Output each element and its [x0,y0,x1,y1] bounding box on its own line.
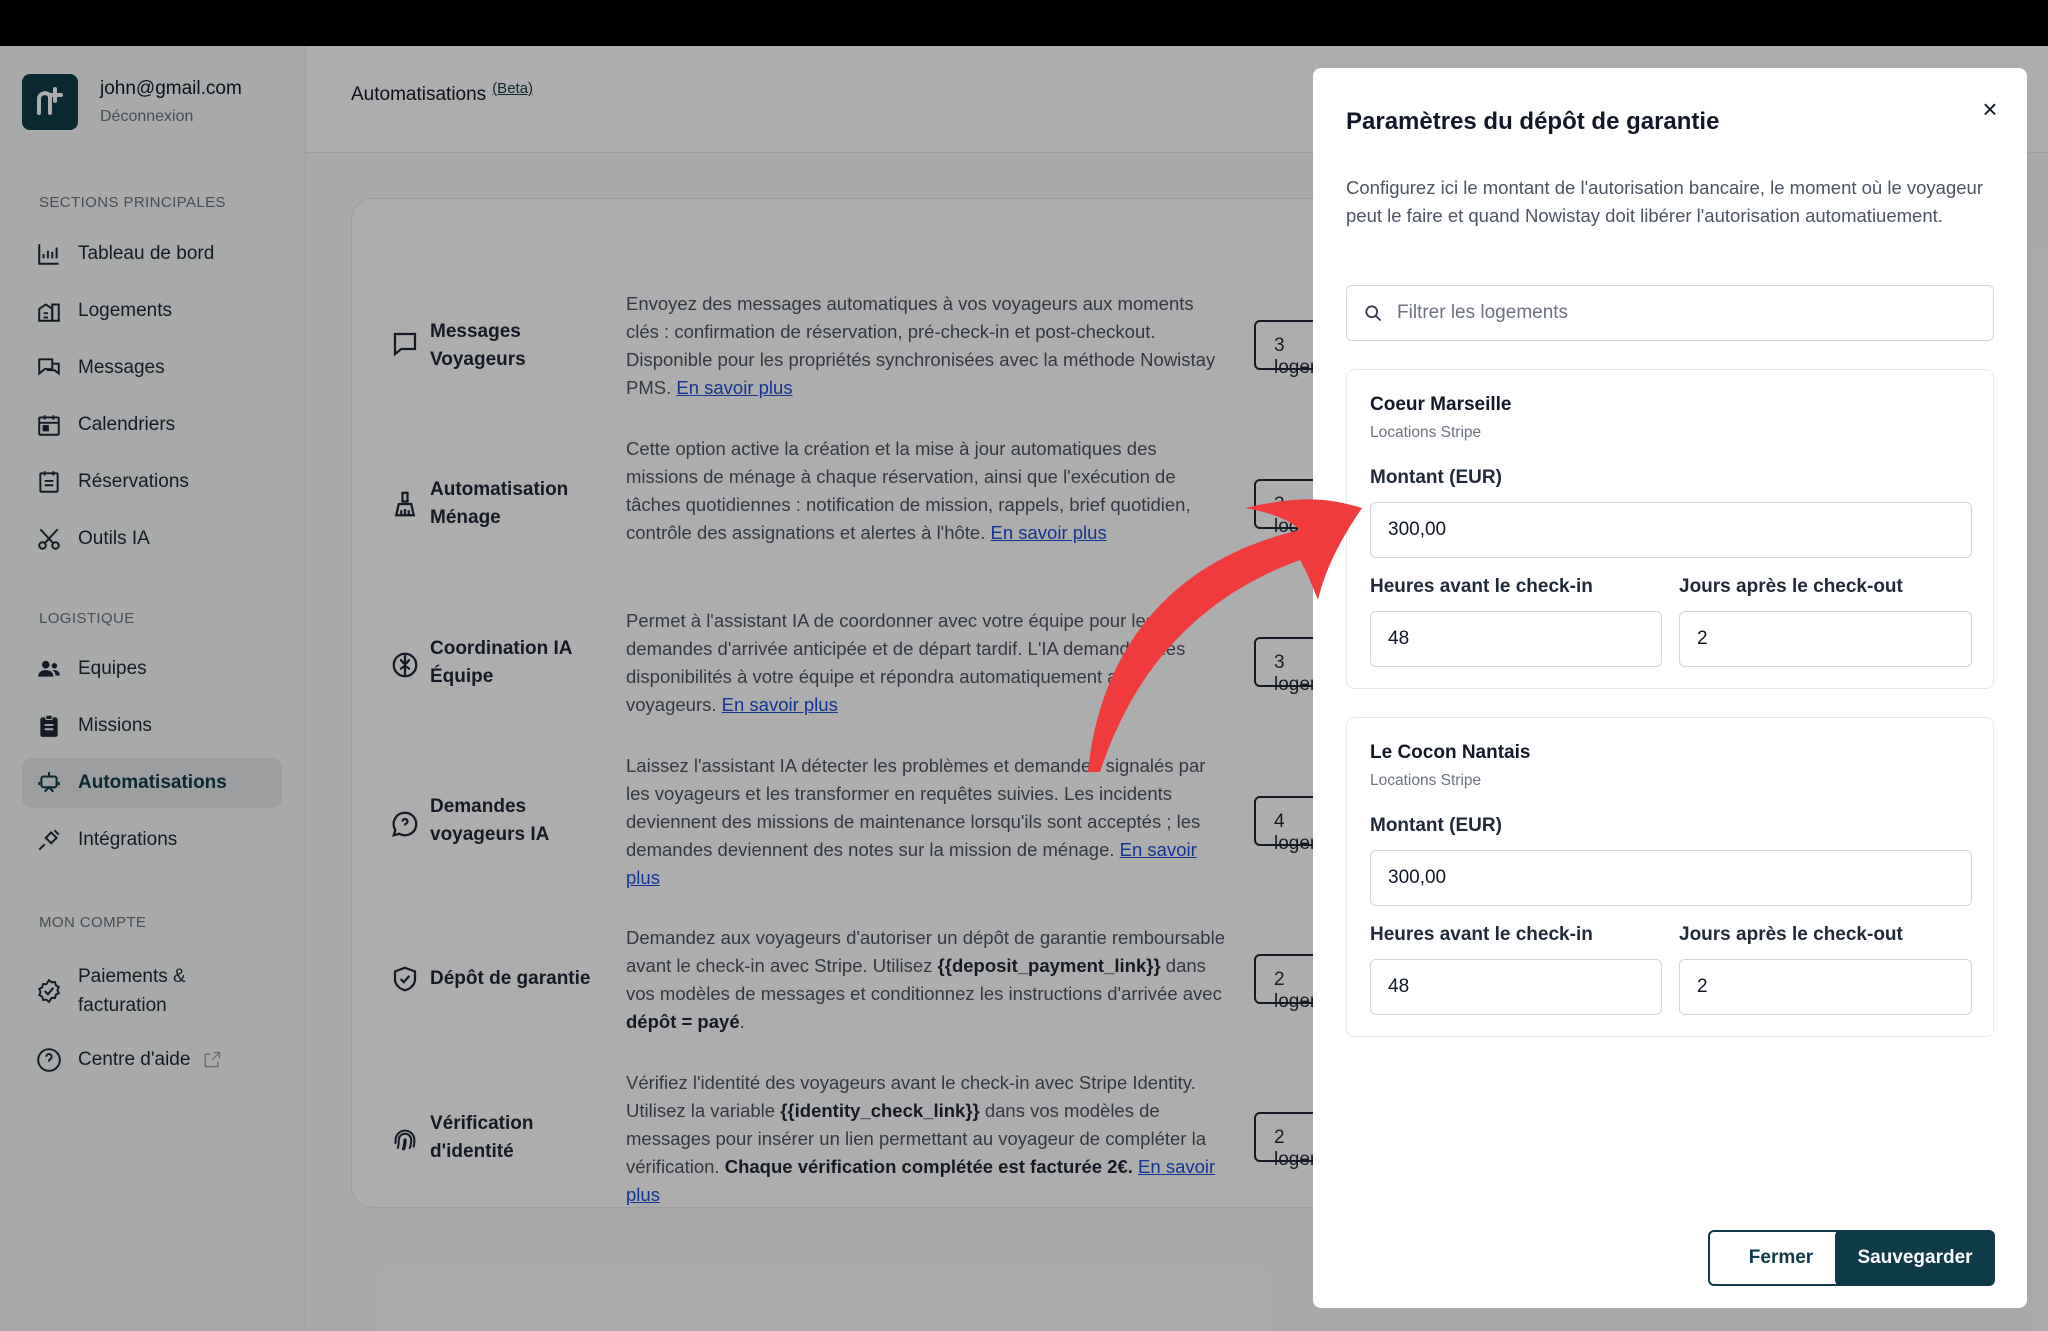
days-after-label: Jours après le check-out [1679,924,1903,945]
amount-label: Montant (EUR) [1370,815,1502,836]
days-after-input[interactable] [1679,959,1972,1015]
close-icon[interactable]: × [1973,92,2007,126]
property-name: Le Cocon Nantais [1370,742,1531,763]
property-subtitle: Locations Stripe [1370,772,1482,789]
property-name: Coeur Marseille [1370,394,1512,415]
property-subtitle: Locations Stripe [1370,424,1482,441]
property-card: Coeur Marseille Locations Stripe Montant… [1346,369,1994,689]
hours-before-input[interactable] [1370,611,1662,667]
modal-description: Configurez ici le montant de l'autorisat… [1346,177,1983,226]
hours-before-label: Heures avant le check-in [1370,924,1593,945]
search-icon [1365,305,1382,322]
amount-label: Montant (EUR) [1370,467,1502,488]
deposit-settings-modal: Paramètres du dépôt de garantie × Config… [1313,68,2027,1308]
days-after-label: Jours après le check-out [1679,576,1903,597]
hours-before-input[interactable] [1370,959,1662,1015]
filter-input[interactable] [1397,302,1977,324]
days-after-input[interactable] [1679,611,1972,667]
save-button[interactable]: Sauvegarder [1835,1230,1995,1286]
top-black-bar [0,0,2048,46]
close-button[interactable]: Fermer [1708,1230,1854,1286]
modal-title: Paramètres du dépôt de garantie [1346,108,1720,135]
property-card: Le Cocon Nantais Locations Stripe Montan… [1346,717,1994,1037]
hours-before-label: Heures avant le check-in [1370,576,1593,597]
lodging-filter [1346,285,1994,341]
amount-input[interactable] [1370,502,1972,558]
amount-input[interactable] [1370,850,1972,906]
